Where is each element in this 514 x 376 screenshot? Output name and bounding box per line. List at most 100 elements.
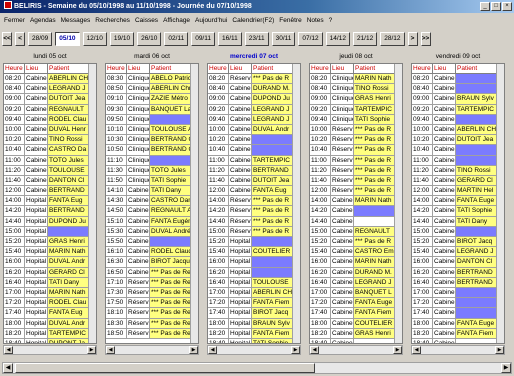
day-header[interactable]: vendredi 09 oct	[410, 51, 506, 62]
appointment-row[interactable]: 17:40 Hopital FANTA Eug	[4, 308, 96, 319]
appointment-row[interactable]: 14:00 Hopital FANTA Eug	[4, 196, 96, 207]
appointment-row[interactable]: 09:40 Cabine LEGRAND J	[208, 114, 300, 125]
appointment-row[interactable]: 16:50 Cabine *** Pas de Rend	[106, 267, 198, 278]
day-horizontal-scrollbar[interactable]: ◀ ▶	[207, 345, 301, 355]
appointment-row[interactable]: 10:40 Cabine	[412, 145, 504, 156]
appointment-row[interactable]: 17:20 Hopital FANTA Fiem	[208, 298, 300, 309]
day-horizontal-scrollbar[interactable]: ◀ ▶	[309, 345, 403, 355]
appointment-row[interactable]: 10:50 Clinique BERTRAND Gis	[106, 145, 198, 156]
vertical-scrollbar[interactable]	[190, 64, 198, 343]
appointment-row[interactable]: 16:30 Cabine BIROT Jacques	[106, 257, 198, 268]
week-button[interactable]: 28/09	[28, 32, 53, 46]
week-button[interactable]: 12/10	[82, 32, 107, 46]
appointment-row[interactable]: 18:40 Cabine	[412, 338, 504, 343]
appointment-row[interactable]: 14:20 Cabine	[310, 206, 402, 217]
appointment-row[interactable]: 17:10 Réserv *** Pas de Rend	[106, 277, 198, 288]
scroll-right-icon[interactable]: ▶	[87, 346, 96, 354]
appointment-row[interactable]: 15:00 Cabine	[412, 226, 504, 237]
appointment-row[interactable]: 09:40 Cabine RODEL Clau	[4, 114, 96, 125]
appointment-row[interactable]: 11:20 Réserv *** Pas de R	[310, 165, 402, 176]
week-button[interactable]: 09/11	[191, 32, 215, 46]
appointment-row[interactable]: 18:50 Réserv *** Pas de Rend	[106, 328, 198, 339]
appointment-row[interactable]: 08:40 Clinique TINO Rossi	[310, 84, 402, 95]
menu-calendrier[interactable]: Calendrier(F2)	[232, 17, 274, 24]
column-header-heure[interactable]: Heure	[208, 64, 229, 73]
appointment-row[interactable]: 09:20 Clinique TARTEMPIC	[310, 104, 402, 115]
appointment-row[interactable]: 11:40 Cabine DUTOIT Jea	[208, 175, 300, 187]
main-horizontal-scrollbar[interactable]: ◀ ▶	[2, 362, 512, 374]
appointment-row[interactable]: 17:00 Cabine	[412, 287, 504, 299]
appointment-row[interactable]: 15:30 Cabine DUVAL Andrée	[106, 226, 198, 237]
vertical-scrollbar[interactable]	[394, 64, 402, 343]
appointment-row[interactable]: 10:40 Cabine CASTRO Da	[4, 145, 96, 156]
appointment-row[interactable]: 15:40 Hopital COUTELIER	[208, 247, 300, 258]
appointment-row[interactable]: 18:20 Cabine GRAS Henri	[310, 328, 402, 339]
appointment-row[interactable]: 18:10 Réserv *** Pas de Rend	[106, 308, 198, 319]
day-header[interactable]: mardi 06 oct	[104, 51, 200, 62]
appointment-row[interactable]: 17:00 Hopital MARIN Nath	[4, 287, 96, 299]
week-button[interactable]: 21/12	[352, 32, 378, 46]
appointment-row[interactable]: 11:30 Clinique TOTO Jules	[106, 165, 198, 176]
day-horizontal-scrollbar[interactable]: ◀ ▶	[411, 345, 505, 355]
appointment-row[interactable]: 12:00 Cabine BERTRAND	[4, 186, 96, 197]
appointment-row[interactable]: 18:00 Hopital BRAUN Sylv	[208, 318, 300, 329]
menu-caisses[interactable]: Caisses	[135, 17, 158, 24]
appointment-row[interactable]: 17:20 Cabine	[412, 298, 504, 309]
appointment-row[interactable]: 11:40 Cabine GERARD Cl	[412, 175, 504, 187]
week-button[interactable]: 16/11	[218, 32, 242, 46]
prev-button[interactable]: <	[15, 32, 25, 46]
appointment-row[interactable]: 18:20 Cabine FANTA Fiem	[412, 328, 504, 339]
appointment-row[interactable]: 14:50 Cabine REGNAULT Ax	[106, 206, 198, 217]
appointment-row[interactable]: 14:40 Cabine	[310, 216, 402, 227]
appointment-row[interactable]: 09:00 Cabine DUPOND Ju	[208, 94, 300, 105]
column-header-heure[interactable]: Heure	[4, 64, 25, 73]
close-button[interactable]: ×	[502, 2, 512, 11]
appointment-row[interactable]: 10:00 Cabine ABERLIN CH	[412, 124, 504, 136]
appointment-row[interactable]: 11:00 Cabine TARTEMPIC	[208, 155, 300, 166]
appointment-row[interactable]: 11:00 Cabine	[412, 155, 504, 166]
column-header-lieu[interactable]: Lieu	[433, 64, 456, 73]
appointment-row[interactable]: 15:20 Hopital GRAS Henri	[4, 237, 96, 248]
appointment-row[interactable]: 11:40 Réserv *** Pas de R	[310, 175, 402, 187]
week-button[interactable]: 07/12	[298, 32, 323, 46]
day-header[interactable]: mercredi 07 oct	[206, 51, 302, 62]
column-header-lieu[interactable]: Lieu	[127, 64, 150, 73]
appointment-row[interactable]: 11:50 Clinique TATI Sophie	[106, 175, 198, 187]
appointment-row[interactable]: 14:30 Cabine CASTRO Dany	[106, 196, 198, 207]
menu-fenetre[interactable]: Fenêtre	[279, 17, 301, 24]
appointment-row[interactable]: 11:00 Réserv *** Pas de R	[310, 155, 402, 166]
scroll-left-icon[interactable]: ◀	[3, 363, 13, 373]
appointment-row[interactable]: 16:20 Cabine BERTRAND	[412, 267, 504, 278]
maximize-button[interactable]: □	[491, 2, 501, 11]
appointment-row[interactable]: 08:20 Cabine	[412, 74, 504, 85]
appointment-row[interactable]: 09:00 Cabine BRAUN Sylv	[412, 94, 504, 105]
appointment-row[interactable]: 09:40 Clinique TATI Sophie	[310, 114, 402, 125]
appointment-row[interactable]: 11:20 Cabine BERTRAND	[208, 165, 300, 176]
appointment-row[interactable]: 09:20 Cabine REGNAULT	[4, 104, 96, 115]
prev-fast-button[interactable]: <<	[2, 32, 12, 46]
week-button[interactable]: 19/10	[109, 32, 135, 46]
column-header-heure[interactable]: Heure	[412, 64, 433, 73]
appointment-row[interactable]: 08:40 Cabine LEGRAND J	[4, 84, 96, 95]
menu-recherches[interactable]: Recherches	[95, 17, 130, 24]
appointment-row[interactable]: 09:30 Clinique BANQUET Laur	[106, 104, 198, 115]
day-header[interactable]: lundi 05 oct	[2, 51, 98, 62]
menu-affichage[interactable]: Affichage	[163, 17, 190, 24]
menu-help[interactable]: ?	[329, 17, 333, 24]
appointment-row[interactable]: 17:20 Cabine FANTA Euge	[310, 298, 402, 309]
appointment-row[interactable]: 09:10 Clinique ZAZIE Métro	[106, 94, 198, 105]
appointment-row[interactable]: 18:40 Hopital DUPONT Ja	[4, 338, 96, 343]
appointment-row[interactable]: 15:00 Cabine REGNAULT	[310, 226, 402, 237]
appointment-row[interactable]: 09:20 Cabine LEGRAND J	[208, 104, 300, 115]
appointment-row[interactable]: 10:00 Réserv *** Pas de R	[310, 124, 402, 136]
column-header-heure[interactable]: Heure	[106, 64, 127, 73]
appointment-row[interactable]: 16:00 Cabine DANTON Cl	[412, 257, 504, 268]
appointment-row[interactable]: 17:20 Hopital RODEL Clau	[4, 298, 96, 309]
appointment-row[interactable]: 14:40 Réserv *** Pas de R	[208, 216, 300, 227]
appointment-row[interactable]: 17:00 Hopital ABERLIN CH	[208, 287, 300, 299]
appointment-row[interactable]: 18:00 Cabine COUTELIER	[310, 318, 402, 329]
vertical-scrollbar[interactable]	[292, 64, 300, 343]
vertical-scrollbar[interactable]	[88, 64, 96, 343]
appointment-row[interactable]: 11:10 Clinique	[106, 155, 198, 166]
appointment-row[interactable]: 10:00 Cabine DUVAL Henr	[4, 124, 96, 136]
